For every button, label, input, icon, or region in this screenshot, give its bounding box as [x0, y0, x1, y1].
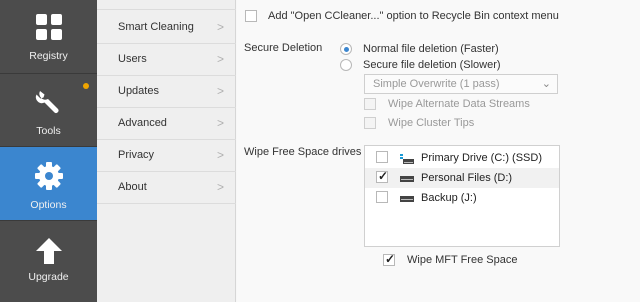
chevron-right-icon: >	[216, 148, 224, 162]
submenu-item-label: About	[118, 181, 147, 193]
secure-deletion-label: Secure file deletion (Slower)	[363, 59, 501, 71]
options-submenu: > Smart Cleaning > Users > Updates > Adv…	[97, 0, 236, 302]
drive-checkbox[interactable]	[376, 151, 388, 163]
wipe-cluster-tips-checkbox[interactable]	[364, 117, 376, 129]
submenu-item-label: Smart Cleaning	[118, 21, 194, 33]
normal-deletion-radio[interactable]	[340, 43, 352, 55]
nav-upgrade[interactable]: Upgrade	[0, 221, 97, 302]
nav-options[interactable]: Options	[0, 147, 97, 221]
registry-icon	[35, 14, 62, 40]
ssd-drive-icon	[400, 154, 414, 164]
drive-list: Primary Drive (C:) (SSD) ✓ Personal File…	[364, 145, 560, 247]
overwrite-method-value: Simple Overwrite (1 pass)	[373, 78, 500, 90]
secure-deletion-radio[interactable]	[340, 59, 352, 71]
hard-drive-icon	[400, 176, 414, 182]
gear-icon	[34, 162, 63, 190]
recycle-bin-option-checkbox[interactable]	[245, 10, 257, 22]
chevron-right-icon: >	[216, 52, 224, 66]
wipe-mft-checkbox[interactable]: ✓	[383, 252, 396, 266]
options-panel: Add "Open CCleaner..." option to Recycle…	[237, 0, 640, 302]
chevron-right-icon: >	[216, 180, 224, 194]
arrow-up-icon	[35, 238, 62, 264]
checkmark-icon: ✓	[378, 169, 389, 183]
main-nav: Registry Tools Options Upgrade	[0, 0, 97, 302]
chevron-down-icon: ⌄	[541, 78, 551, 90]
submenu-item-smart-cleaning[interactable]: Smart Cleaning >	[97, 12, 236, 44]
overwrite-method-select[interactable]: Simple Overwrite (1 pass) ⌄	[364, 74, 558, 94]
drive-label: Personal Files (D:)	[421, 172, 513, 184]
chevron-right-icon: >	[216, 20, 224, 34]
checkmark-icon: ✓	[385, 252, 396, 266]
submenu-item-label: Privacy	[118, 149, 155, 161]
chevron-right-icon: >	[216, 116, 224, 130]
submenu-item-partial[interactable]: >	[97, 0, 236, 10]
submenu-item-advanced[interactable]: Advanced >	[97, 108, 236, 140]
recycle-bin-option-label: Add "Open CCleaner..." option to Recycle…	[268, 10, 559, 22]
submenu-item-label: Users	[118, 53, 147, 65]
drive-checkbox[interactable]	[376, 191, 388, 203]
chevron-right-icon: >	[216, 84, 224, 98]
submenu-item-label: Advanced	[118, 117, 167, 129]
nav-tools-label: Tools	[36, 125, 61, 137]
drive-row-j[interactable]: Backup (J:)	[365, 188, 559, 208]
submenu-item-label: Updates	[118, 85, 159, 97]
secure-deletion-heading: Secure Deletion	[244, 42, 323, 54]
wipe-mft-label: Wipe MFT Free Space	[407, 254, 518, 266]
wipe-ads-checkbox[interactable]	[364, 98, 376, 110]
wipe-cluster-tips-label: Wipe Cluster Tips	[388, 117, 475, 129]
wipe-free-space-heading: Wipe Free Space drives	[244, 146, 362, 158]
drive-checkbox[interactable]: ✓	[376, 169, 389, 183]
drive-row-d[interactable]: ✓ Personal Files (D:)	[365, 168, 559, 188]
nav-registry[interactable]: Registry	[0, 0, 97, 74]
drive-label: Primary Drive (C:) (SSD)	[421, 152, 542, 164]
submenu-item-users[interactable]: Users >	[97, 44, 236, 76]
submenu-item-privacy[interactable]: Privacy >	[97, 140, 236, 172]
hard-drive-icon	[400, 196, 414, 202]
normal-deletion-label: Normal file deletion (Faster)	[363, 43, 499, 55]
submenu-item-about[interactable]: About >	[97, 172, 236, 204]
submenu-item-updates[interactable]: Updates >	[97, 76, 236, 108]
nav-options-label: Options	[30, 199, 67, 211]
nav-upgrade-label: Upgrade	[28, 271, 69, 283]
nav-registry-label: Registry	[29, 50, 68, 62]
nav-tools[interactable]: Tools	[0, 74, 97, 147]
wrench-icon	[35, 91, 58, 113]
notification-dot	[83, 83, 89, 89]
drive-label: Backup (J:)	[421, 192, 477, 204]
drive-row-c[interactable]: Primary Drive (C:) (SSD)	[365, 148, 559, 168]
wipe-ads-label: Wipe Alternate Data Streams	[388, 98, 530, 110]
